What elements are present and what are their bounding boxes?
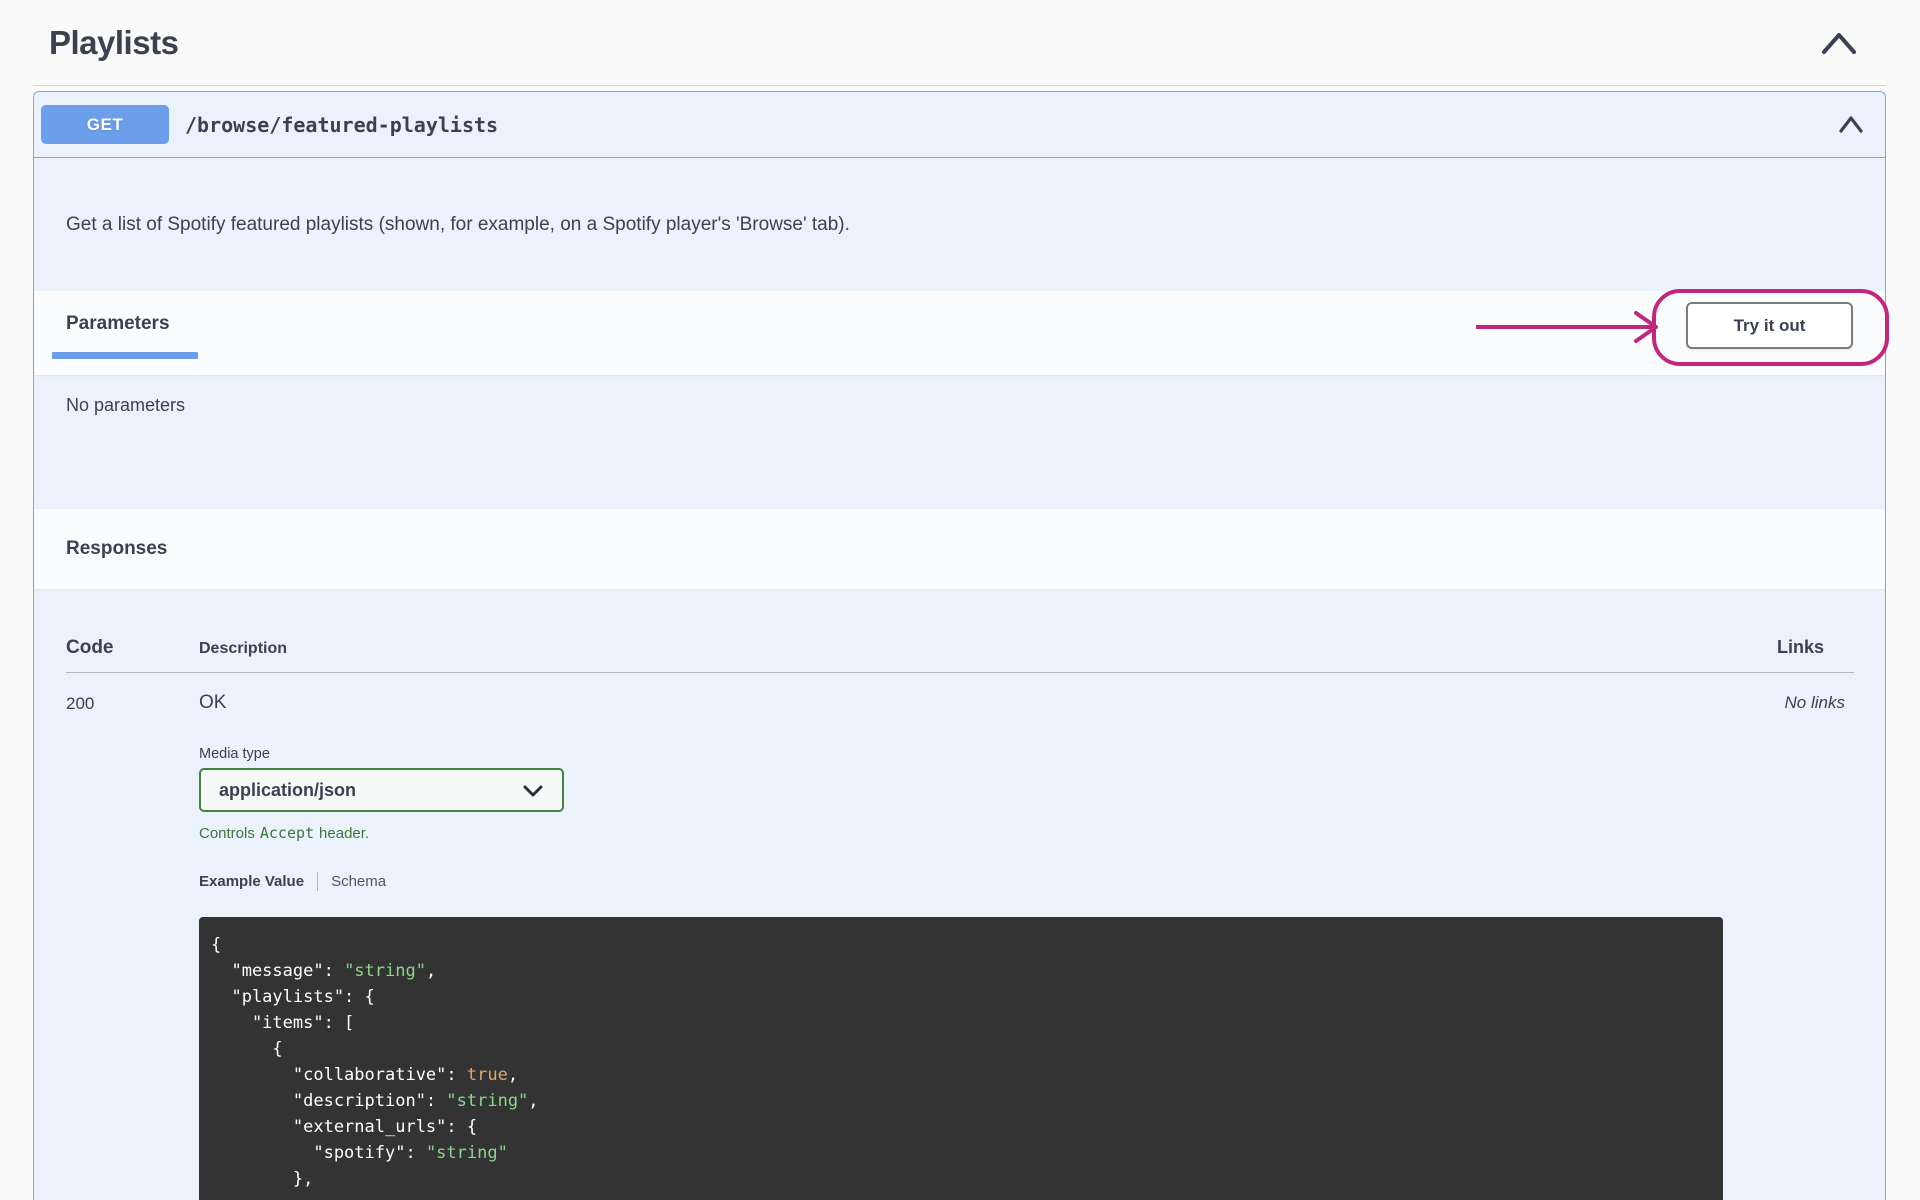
endpoint-description: Get a list of Spotify featured playlists…: [66, 213, 850, 235]
parameters-section-header: Parameters Try it out: [34, 289, 1889, 375]
response-links: No links: [1784, 693, 1845, 712]
page-title: Playlists: [49, 23, 179, 61]
hint-suffix: header.: [319, 825, 370, 842]
response-description-cell: OK Media type application/json Controls A…: [199, 691, 1723, 1200]
tab-parameters-active-underline: [52, 352, 198, 359]
opblock-header[interactable]: GET /browse/featured-playlists: [34, 92, 1885, 158]
hint-prefix: Controls: [199, 825, 255, 842]
responses-section-title: Responses: [34, 509, 1885, 589]
example-code-block[interactable]: { "message": "string", "playlists": { "i…: [199, 917, 1723, 1200]
media-type-selected-value: application/json: [219, 779, 357, 800]
endpoint-path: /browse/featured-playlists: [185, 112, 499, 137]
no-parameters-text: No parameters: [66, 395, 186, 415]
tab-schema[interactable]: Schema: [331, 873, 386, 890]
response-description: OK: [199, 692, 227, 713]
response-row-200: 200 OK Media type application/json Contr…: [34, 691, 1885, 1200]
page: Playlists GET /browse/featured-playlists…: [33, 0, 1889, 1200]
tag-section-header[interactable]: Playlists: [33, 0, 1886, 86]
response-code: 200: [66, 694, 95, 713]
column-header-description: Description: [199, 640, 288, 657]
responses-table: Code Description Links 200 OK Media type…: [34, 589, 1885, 1200]
try-it-out-button[interactable]: Try it out: [1686, 302, 1853, 349]
responses-table-header: Code Description Links: [34, 637, 1885, 659]
table-header-divider: [66, 672, 1854, 673]
accept-header-hint: Controls Accept header.: [199, 824, 1723, 842]
media-type-label: Media type: [199, 746, 270, 762]
http-method-badge: GET: [41, 105, 169, 144]
tab-parameters[interactable]: Parameters: [66, 313, 170, 335]
hint-accept-code: Accept: [259, 824, 315, 842]
annotation-arrow-icon: [1476, 311, 1658, 343]
column-header-links: Links: [1776, 637, 1824, 657]
chevron-down-icon: [523, 785, 543, 796]
opblock-get-featured-playlists: GET /browse/featured-playlists Get a lis…: [33, 91, 1889, 1200]
media-type-select[interactable]: application/json: [199, 768, 564, 812]
tab-separator: [317, 872, 319, 891]
collapse-section-icon[interactable]: [1820, 30, 1858, 56]
column-header-code: Code: [66, 637, 114, 658]
collapse-operation-icon[interactable]: [1838, 115, 1864, 134]
tab-example-value[interactable]: Example Value: [199, 873, 304, 890]
model-example-tabs: Example Value Schema: [199, 872, 1723, 891]
